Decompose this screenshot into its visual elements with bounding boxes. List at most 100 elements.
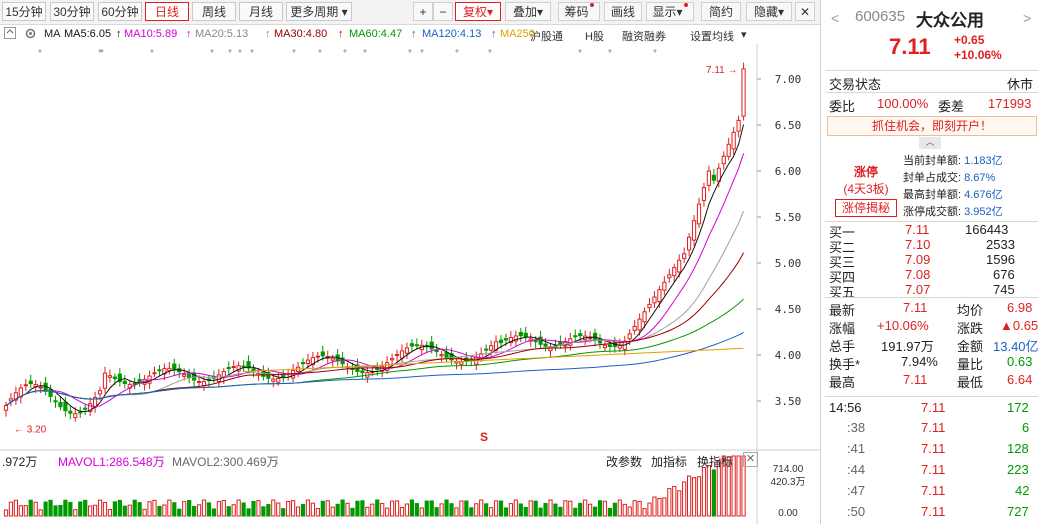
- period-60min-button[interactable]: 60分钟: [98, 2, 142, 21]
- candle-body: [187, 373, 192, 379]
- period-monthly-button[interactable]: 月线: [239, 2, 283, 21]
- hugutong-tab[interactable]: 沪股通: [530, 28, 563, 44]
- candle-body: [706, 170, 711, 186]
- stat-value: +10.06%: [877, 318, 929, 333]
- period-weekly-button[interactable]: 周线: [192, 2, 236, 21]
- volume-bar: [78, 501, 83, 517]
- zoom-in-button[interactable]: +: [413, 2, 433, 21]
- volume-bar: [439, 503, 444, 517]
- info-value: 8.67%: [964, 172, 996, 184]
- candle-body: [394, 354, 400, 357]
- volume-tick-label: 420.3万: [770, 477, 805, 488]
- volume-legend: .972万 MAVOL1:286.548万 ↓ MAVOL2:300.469万 …: [0, 451, 760, 469]
- tick-time: :41: [847, 441, 866, 456]
- period-15min-button[interactable]: 15分钟: [2, 2, 46, 21]
- close-icon[interactable]: ✕: [743, 452, 758, 467]
- switch-indicator-button[interactable]: 换指标: [697, 453, 733, 470]
- candle-body: [637, 318, 642, 331]
- fuquan-button[interactable]: 复权▾: [455, 2, 501, 21]
- kline-chart[interactable]: 7.00 6.50 6.00 5.50 5.00 4.50 4.00 3.50 * * * * * * * *…: [0, 44, 820, 524]
- last-price: 7.11: [889, 34, 931, 59]
- volume-bar: [246, 508, 251, 517]
- rongzi-tab[interactable]: 融资融券: [622, 28, 666, 44]
- volume-bar: [404, 503, 410, 517]
- tick-price: 7.11: [921, 504, 946, 519]
- period-toolbar: 15分钟 30分钟 60分钟 日线 周线 月线 更多周期 ▾ + − 复权▾ 叠…: [0, 0, 820, 25]
- volume-bar: [394, 500, 400, 517]
- chips-button[interactable]: 筹码: [558, 2, 600, 21]
- stat-label: 金额: [957, 339, 984, 354]
- y-axis-tick-label: 7.00: [775, 73, 802, 86]
- chevron-down-icon[interactable]: ▾: [741, 28, 747, 41]
- volume-bar: [380, 502, 385, 517]
- candle-body: [429, 341, 434, 350]
- y-axis-tick-label: 6.50: [775, 119, 802, 132]
- collapse-icon[interactable]: [4, 27, 16, 42]
- divider: [825, 92, 1038, 93]
- volume-bar: [112, 501, 118, 517]
- volume-bar: [226, 506, 231, 517]
- event-marker-icon: *: [578, 48, 582, 59]
- hgu-tab[interactable]: H股: [585, 28, 604, 44]
- volume-bar: [187, 499, 192, 517]
- limit-up-info-row: 当前封单额: 1.183亿: [903, 153, 1039, 170]
- bid-price: 7.07: [905, 282, 931, 297]
- promo-banner[interactable]: 抓住机会，即刻开户！: [827, 116, 1037, 136]
- arrow-up-icon: ↑: [186, 28, 192, 40]
- volume-bar: [469, 507, 474, 517]
- period-30min-button[interactable]: 30分钟: [50, 2, 94, 21]
- modify-params-button[interactable]: 改参数: [606, 453, 642, 470]
- hide-button[interactable]: 隐藏▾: [746, 2, 792, 21]
- candle-body: [276, 377, 281, 383]
- chevron-down-icon: ▾: [676, 5, 683, 19]
- collapse-panel-button[interactable]: ︿: [919, 137, 941, 149]
- arrow-down-icon: ↓: [160, 453, 166, 467]
- limit-up-reveal-button[interactable]: 涨停揭秘: [835, 199, 897, 217]
- volume-bar: [88, 505, 93, 517]
- add-indicator-button[interactable]: 加指标: [651, 453, 687, 470]
- limit-up-info-row: 封单占成交: 8.67%: [903, 170, 1039, 187]
- zoom-out-button[interactable]: −: [433, 2, 453, 21]
- event-marker-icon: *: [408, 48, 412, 59]
- volume-bar: [97, 499, 103, 517]
- ma-settings-button[interactable]: 设置均线: [690, 28, 734, 44]
- chevron-down-icon: ▾: [341, 5, 348, 19]
- candle-body: [726, 143, 731, 157]
- close-icon[interactable]: ✕: [795, 2, 815, 21]
- arrow-right-icon[interactable]: >: [1023, 10, 1031, 26]
- trade-status-value: 休市: [1007, 77, 1034, 92]
- candle-body: [3, 405, 9, 411]
- volume-bar: [211, 508, 217, 517]
- ma10-label: MA10:5.89: [124, 28, 178, 40]
- hide-label: 隐藏: [753, 5, 778, 19]
- candle-body: [691, 220, 697, 241]
- volume-bar: [201, 499, 207, 517]
- price-change: +0.65: [954, 33, 985, 47]
- volume-bar: [409, 499, 414, 517]
- draw-line-button[interactable]: 画线: [604, 2, 642, 21]
- tick-row: :38 7.11 6: [821, 420, 1041, 438]
- period-more-button[interactable]: 更多周期 ▾: [286, 2, 352, 21]
- stat-label: 涨幅: [829, 321, 856, 336]
- candle-body: [662, 281, 667, 291]
- candle-body: [107, 375, 113, 378]
- volume-bar: [662, 497, 667, 517]
- ma-legend: MA MA5:6.05 ↑ MA10:5.89 ↑ MA20:5.13 ↑ MA…: [0, 26, 820, 44]
- overlay-button[interactable]: 叠加▾: [505, 2, 551, 21]
- period-daily-button[interactable]: 日线: [145, 2, 189, 21]
- period-more-label: 更多周期: [290, 5, 339, 19]
- gear-icon[interactable]: [24, 27, 37, 43]
- candle-body: [157, 369, 162, 372]
- simple-mode-button[interactable]: 简约: [701, 2, 741, 21]
- info-value: 3.952亿: [964, 206, 1003, 218]
- stat-label: 涨跌: [957, 321, 984, 336]
- candle-body: [271, 378, 276, 382]
- candle-body: [196, 380, 202, 383]
- display-button[interactable]: 显示▾: [646, 2, 694, 21]
- event-marker-icon: *: [100, 48, 104, 59]
- info-value: 4.676亿: [964, 189, 1003, 201]
- divider: [825, 297, 1038, 298]
- arrow-left-icon[interactable]: <: [831, 10, 839, 26]
- event-marker-icon: *: [343, 48, 347, 59]
- stat-label: 最低: [957, 375, 984, 390]
